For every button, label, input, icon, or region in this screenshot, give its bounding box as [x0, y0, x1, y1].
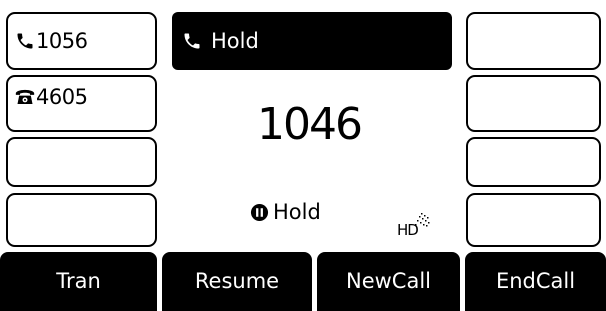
line-key-3[interactable] — [6, 137, 157, 187]
line-key-1[interactable]: 1056 — [6, 12, 157, 70]
softkey-endcall[interactable]: EndCall — [465, 252, 606, 311]
line-key-5[interactable] — [466, 12, 601, 70]
line-key-2[interactable]: 4605 — [6, 75, 157, 132]
caller-number: 1046 — [257, 99, 363, 150]
softkey-newcall[interactable]: NewCall — [317, 252, 460, 311]
line-key-1-label: 1056 — [36, 28, 88, 53]
hd-sound-icon — [415, 213, 430, 227]
hold-icon — [250, 203, 269, 222]
handset-icon — [182, 31, 202, 51]
softkey-tran[interactable]: Tran — [0, 252, 157, 311]
softkey-resume[interactable]: Resume — [162, 252, 312, 311]
line-key-6[interactable] — [466, 75, 601, 132]
desk-phone-icon — [15, 87, 35, 106]
hd-audio-badge: HD — [397, 211, 437, 241]
call-title: Hold — [211, 28, 259, 53]
line-key-2-label: 4605 — [36, 85, 88, 109]
handset-icon — [15, 31, 35, 51]
softkey-bar: Tran Resume NewCall EndCall — [0, 252, 606, 311]
call-title-bar: Hold — [172, 12, 452, 70]
line-key-7[interactable] — [466, 137, 601, 187]
call-status: Hold — [250, 202, 321, 223]
phone-screen: 1056 4605 Hold 1046 Hold HD Tran Resume … — [0, 0, 606, 311]
call-status-label: Hold — [273, 200, 321, 224]
line-key-4[interactable] — [6, 193, 157, 247]
line-key-8[interactable] — [466, 193, 601, 247]
